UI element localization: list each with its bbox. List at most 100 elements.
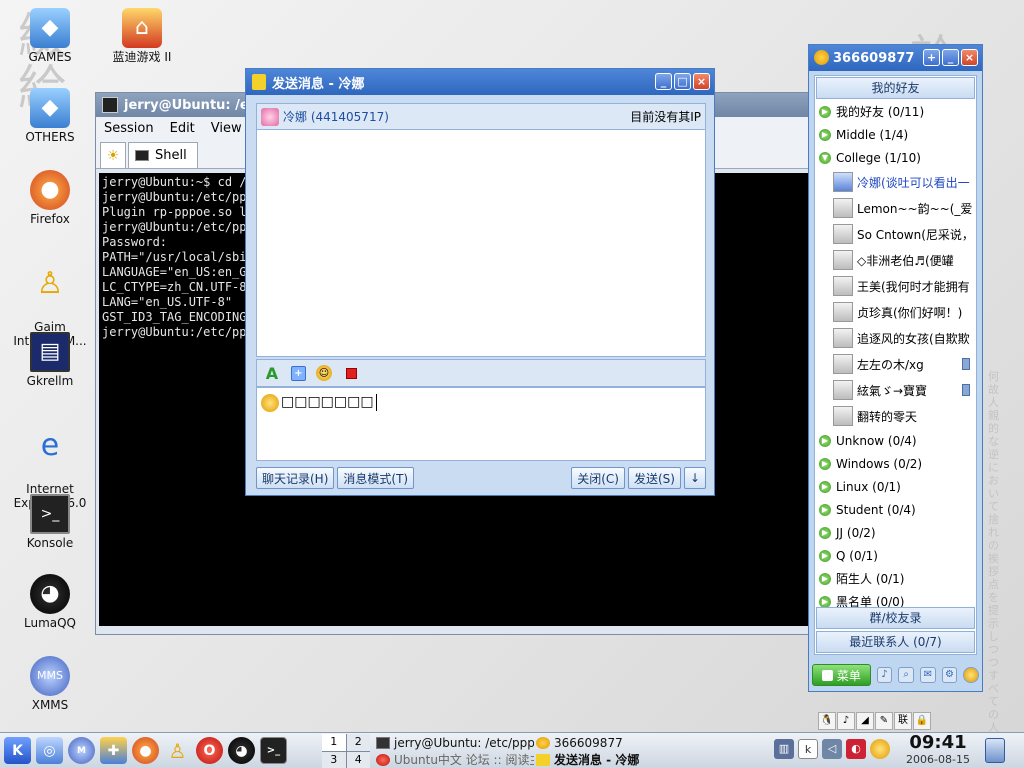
friend-item[interactable]: 左左の木/xg — [815, 351, 976, 377]
send-button[interactable]: 发送(S) — [627, 467, 681, 489]
terminal-icon[interactable]: >_ — [260, 737, 287, 764]
desktop-icon-konsole[interactable]: >_ Konsole — [4, 494, 96, 550]
smiley-icon — [261, 394, 279, 412]
emoticon-icon[interactable]: ☺ — [316, 365, 332, 381]
menu-view[interactable]: View — [211, 121, 242, 136]
group-item[interactable]: ▶ Student (0/4) — [815, 498, 976, 521]
qq-status-icon[interactable] — [963, 667, 979, 683]
gaim-icon[interactable]: ♙ — [164, 737, 191, 764]
task-browser[interactable]: Ubuntu中文 论坛 :: 阅读主题 - — [374, 751, 534, 768]
keyboard-icon[interactable]: k — [798, 739, 818, 759]
volume-icon[interactable]: ◁ — [822, 739, 842, 759]
menu-edit[interactable]: Edit — [170, 121, 195, 136]
font-icon[interactable]: A — [263, 364, 281, 383]
group-item[interactable]: ▶ Middle (1/4) — [815, 123, 976, 146]
qq-penguin-icon[interactable]: ◕ — [228, 737, 255, 764]
friend-item[interactable]: 冷娜(谈吐可以看出一 — [815, 169, 976, 195]
opera-icon[interactable]: O — [196, 737, 223, 764]
friend-item[interactable]: So Cntown(尼采说， — [815, 221, 976, 247]
send-options-button[interactable]: ↓ — [683, 467, 706, 489]
chat-window[interactable]: 发送消息 - 冷娜 _ □ × 冷娜 (441405717) 目前没有其IP A… — [245, 68, 715, 496]
desktop-icon-landi-games[interactable]: ⌂ 蓝迪游戏 II — [96, 8, 188, 64]
message-input-text: □□□□□□□ — [281, 394, 374, 410]
group-item[interactable]: ▶ 我的好友 (0/11) — [815, 100, 976, 123]
lock-icon[interactable]: 🔒 — [913, 712, 931, 730]
message-mode-button[interactable]: 消息模式(T) — [337, 467, 415, 489]
qq-penguin-icon: ◕ — [30, 574, 70, 614]
desktop-4[interactable]: 4 — [346, 751, 370, 768]
menu-session[interactable]: Session — [104, 121, 154, 136]
section-groups-classmates[interactable]: 群/校友录 — [816, 607, 975, 629]
friend-item[interactable]: Lemon~~韵~~(_爱 — [815, 195, 976, 221]
qq-menu-button[interactable]: 菜单 — [812, 664, 871, 686]
group-item[interactable]: ▶ Unknow (0/4) — [815, 429, 976, 452]
chat-history[interactable] — [256, 129, 706, 357]
qq-titlebar[interactable]: 366609877 + _ × — [809, 45, 982, 71]
friend-item[interactable]: 追逐风的女孩(自欺欺 — [815, 325, 976, 351]
task-konsole[interactable]: jerry@Ubuntu: /etc/ppp/pee — [374, 734, 534, 751]
friend-item[interactable]: 絃氣ゞ→寶寶 — [815, 377, 976, 403]
desktop-icon-lumaqq[interactable]: ◕ LumaQQ — [4, 574, 96, 630]
qq-tray-icon[interactable] — [870, 739, 890, 759]
clock-time: 09:41 — [909, 732, 967, 753]
desktop-icon-gkrellm[interactable]: ▤ Gkrellm — [4, 332, 96, 388]
qq-close-button[interactable]: × — [961, 49, 978, 66]
screenshot-icon[interactable] — [342, 364, 360, 382]
maximize-button[interactable]: □ — [674, 73, 691, 90]
message-manager-icon[interactable]: ✉ — [919, 667, 936, 683]
trash-icon[interactable] — [985, 738, 1005, 763]
skin-icon[interactable]: ◢ — [856, 712, 874, 730]
chat-titlebar[interactable]: 发送消息 - 冷娜 _ □ × — [246, 69, 714, 95]
new-session-button[interactable]: ☀ — [100, 142, 126, 168]
group-item[interactable]: ▶ Linux (0/1) — [815, 475, 976, 498]
avatar — [833, 224, 853, 244]
desktop-icon-games[interactable]: ◆ GAMES — [4, 8, 96, 64]
desktop-1[interactable]: 1 — [322, 734, 346, 751]
puzzle-icon[interactable]: ✚ — [100, 737, 127, 764]
qq-contact-panel[interactable]: 366609877 + _ × 我的好友 ▶ 我的好友 (0/11) ▶ Middl… — [808, 44, 983, 692]
expand-arrow-icon: ▶ — [819, 128, 831, 141]
insert-image-icon[interactable]: + — [291, 365, 306, 381]
qq-add-button[interactable]: + — [923, 49, 940, 66]
group-item[interactable]: ▶ JJ (0/2) — [815, 521, 976, 544]
penguin-icon[interactable]: 🐧 — [818, 712, 836, 730]
minimize-button[interactable]: _ — [655, 73, 672, 90]
group-item[interactable]: ▼ College (1/10) — [815, 146, 976, 169]
desktop-icon-firefox[interactable]: ● Firefox — [4, 170, 96, 226]
edit-icon[interactable]: ✎ — [875, 712, 893, 730]
search-icon[interactable]: ⌕ — [898, 667, 914, 683]
task-qq[interactable]: 366609877 — [534, 734, 694, 751]
history-button[interactable]: 聊天记录(H) — [256, 467, 335, 489]
network-icon[interactable]: ◎ — [36, 737, 63, 764]
task-chat[interactable]: 发送消息 - 冷娜 — [534, 751, 694, 768]
group-item[interactable]: ▶ Windows (0/2) — [815, 452, 976, 475]
xmms-icon[interactable]: M — [68, 737, 95, 764]
firefox-icon[interactable]: ● — [132, 737, 159, 764]
friend-item[interactable]: 贞珍真(你们好啊！) — [815, 299, 976, 325]
desktop-icon-xmms[interactable]: MMS XMMS — [4, 656, 96, 712]
music-icon[interactable]: ♪ — [837, 712, 855, 730]
section-my-friends[interactable]: 我的好友 — [816, 77, 975, 99]
desktop-3[interactable]: 3 — [322, 751, 346, 768]
close-chat-button[interactable]: 关闭(C) — [571, 467, 625, 489]
sound-icon[interactable]: ♪ — [876, 667, 893, 683]
clock[interactable]: 09:41 2006-08-15 — [898, 732, 978, 767]
section-recent-contacts[interactable]: 最近联系人 (0/7) — [816, 631, 975, 653]
link-icon[interactable]: 联 — [894, 712, 912, 730]
input-method-icon[interactable]: ◐ — [846, 739, 866, 759]
desktop-icon-others[interactable]: ◆ OTHERS — [4, 88, 96, 144]
friend-item[interactable]: 王美(我何时才能拥有 — [815, 273, 976, 299]
tab-shell[interactable]: Shell — [128, 142, 198, 168]
network-monitor-icon[interactable]: ▥ — [774, 739, 794, 759]
contact-name[interactable]: 冷娜 (441405717) — [283, 108, 630, 125]
desktop-2[interactable]: 2 — [346, 734, 370, 751]
settings-icon[interactable]: ⚙ — [941, 667, 958, 683]
group-item[interactable]: ▶ Q (0/1) — [815, 544, 976, 567]
friend-item[interactable]: 翻转的零天 — [815, 403, 976, 429]
friend-item[interactable]: ◇非洲老伯♬(便罐 — [815, 247, 976, 273]
message-input[interactable]: □□□□□□□ — [256, 387, 706, 461]
group-item[interactable]: ▶ 陌生人 (0/1) — [815, 567, 976, 590]
close-button[interactable]: × — [693, 73, 710, 90]
kde-menu-icon[interactable]: K — [4, 737, 31, 764]
qq-minimize-button[interactable]: _ — [942, 49, 959, 66]
